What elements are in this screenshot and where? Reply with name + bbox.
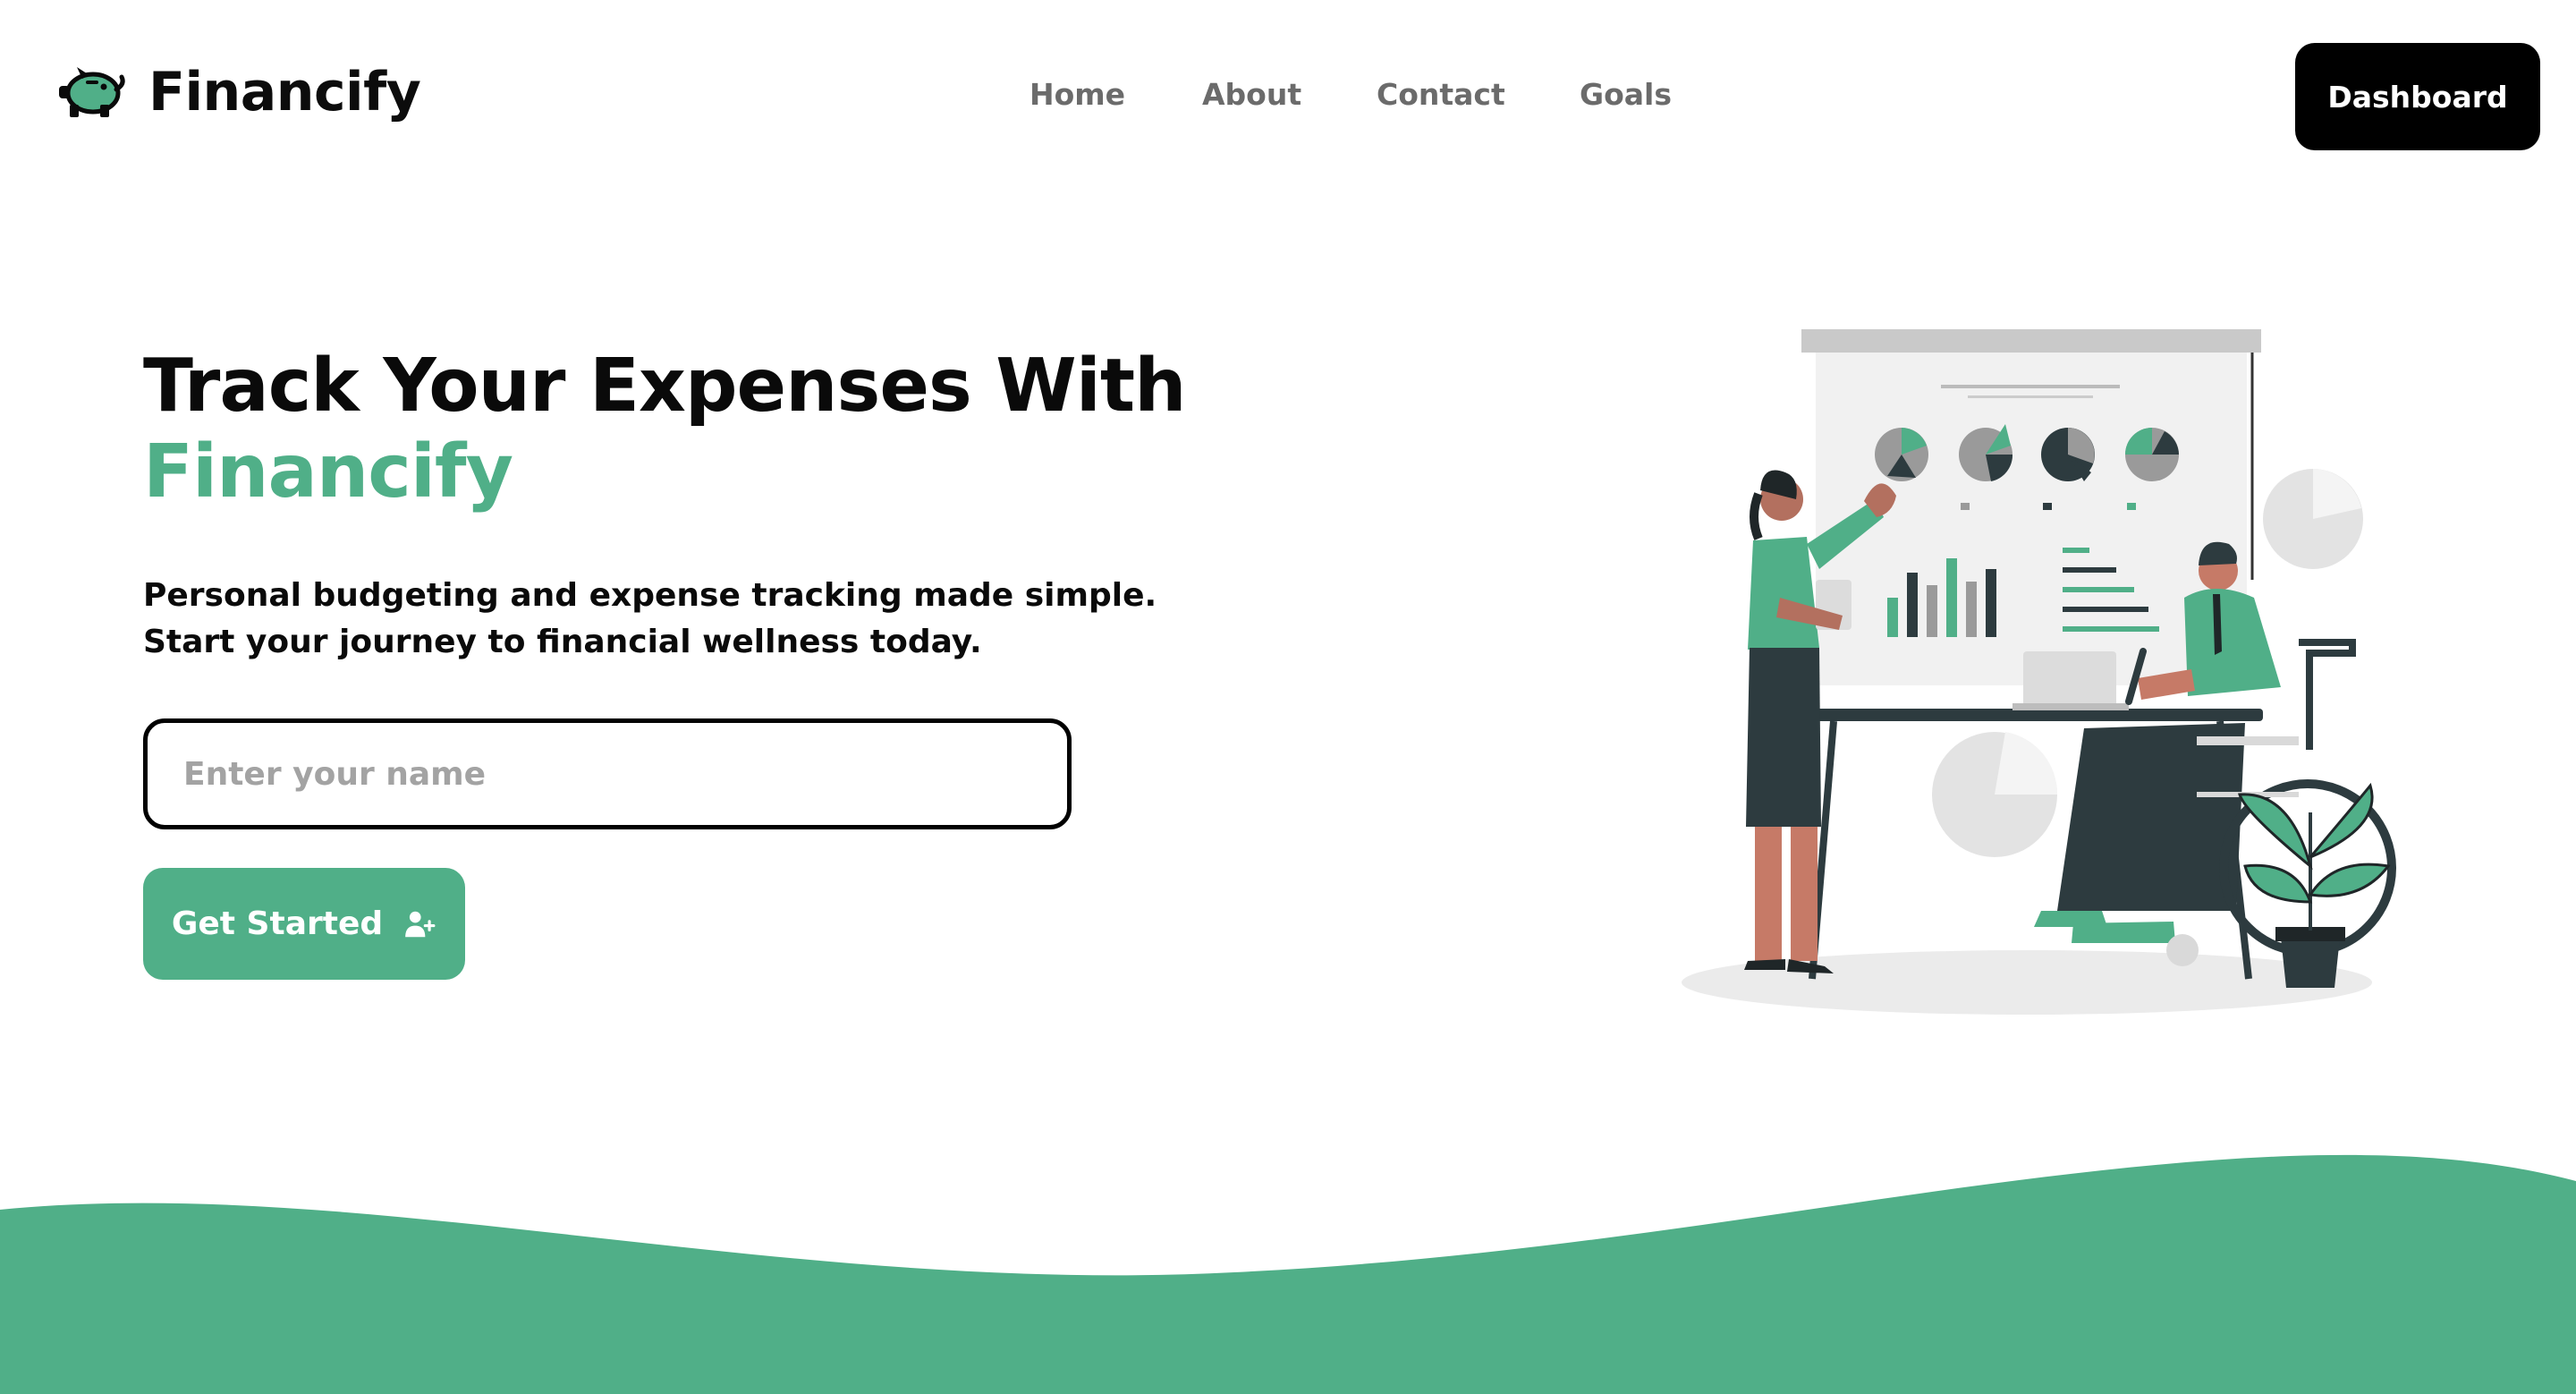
pie-chart-1	[1875, 428, 1928, 481]
pie-chart-3	[2041, 428, 2095, 481]
hero-subtitle-line1: Personal budgeting and expense tracking …	[143, 577, 1157, 614]
brand-logo[interactable]: Financify	[57, 61, 421, 123]
get-started-label: Get Started	[171, 905, 384, 942]
dashboard-button[interactable]: Dashboard	[2295, 43, 2540, 150]
piggy-bank-icon	[59, 67, 125, 117]
plant-decoration	[2238, 782, 2391, 988]
hero-subtitle: Personal budgeting and expense tracking …	[143, 573, 1157, 666]
nav-goals[interactable]: Goals	[1580, 77, 1672, 113]
get-started-button[interactable]: Get Started	[143, 868, 465, 980]
nav-contact[interactable]: Contact	[1377, 77, 1505, 113]
hero-title-main: Track Your Expenses With	[143, 344, 1186, 429]
name-input[interactable]	[143, 718, 1072, 829]
footer-wave	[0, 1154, 2576, 1394]
user-plus-icon	[405, 911, 436, 937]
pie-chart-4	[2125, 428, 2179, 481]
hero-title: Track Your Expenses With Financify	[143, 344, 1186, 515]
hero-illustration	[1682, 329, 2396, 1015]
hero-subtitle-line2: Start your journey to financial wellness…	[143, 624, 982, 660]
hero-title-accent: Financify	[143, 429, 513, 514]
nav-home[interactable]: Home	[1030, 77, 1125, 113]
brand-name: Financify	[148, 61, 421, 123]
nav-about[interactable]: About	[1202, 77, 1301, 113]
